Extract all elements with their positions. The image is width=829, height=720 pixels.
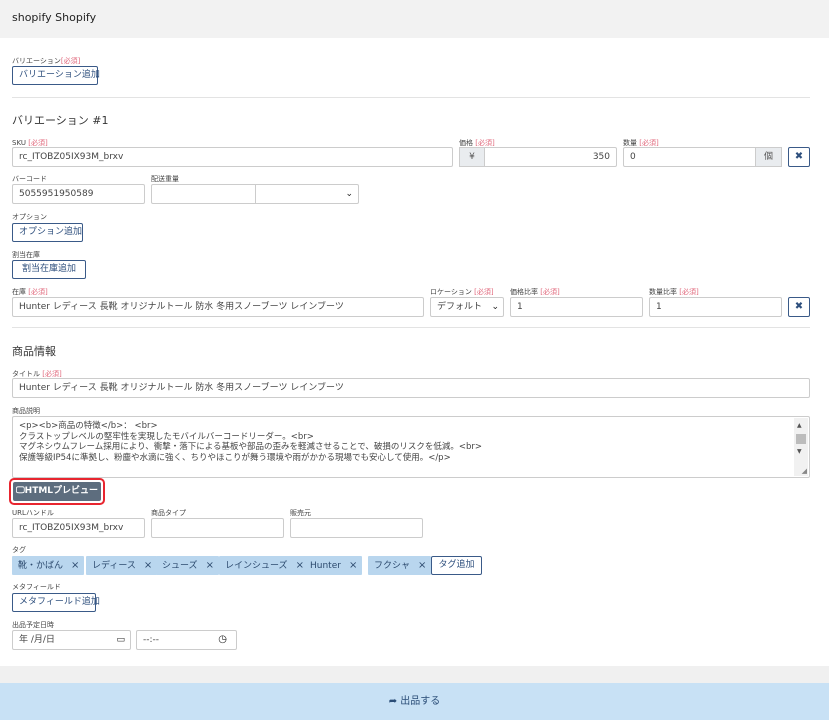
variation-title: バリエーション #1	[12, 114, 109, 127]
qty-ratio-input[interactable]: 1	[649, 297, 782, 317]
description-line: クラストップレベルの堅牢性を実現したモバイルバーコードリーダー。<br>	[19, 431, 314, 442]
sku-input[interactable]: rc_ITOBZ05IX93M_brxv	[12, 147, 453, 167]
tag-chip: シューズ ×	[156, 556, 219, 575]
product-type-label: 商品タイプ	[151, 509, 186, 517]
location-select[interactable]: デフォルト ⌄	[430, 297, 504, 317]
scroll-up-icon[interactable]: ▲	[797, 421, 802, 432]
price-input[interactable]: 350	[484, 147, 617, 167]
divider	[12, 327, 810, 328]
add-option-button[interactable]: オプション追加	[12, 223, 83, 242]
time-input[interactable]: --:-- ◷	[136, 630, 237, 650]
tag-chip: フクシャ ×	[368, 556, 432, 575]
metafield-label: メタフィールド	[12, 583, 61, 591]
html-preview-button[interactable]: 🖵HTMLプレビュー	[13, 482, 101, 501]
description-label: 商品説明	[12, 407, 40, 415]
barcode-input[interactable]: 5055951950589	[12, 184, 145, 204]
add-allocated-stock-button[interactable]: 割当在庫追加	[12, 260, 86, 279]
description-textarea[interactable]: <p><b>商品の特徴</b>： <br> クラストップレベルの堅牢性を実現した…	[12, 416, 810, 478]
url-handle-input[interactable]: rc_ITOBZ05IX93M_brxv	[12, 518, 145, 538]
remove-variation-button[interactable]: ✖	[788, 147, 810, 167]
qty-ratio-label: 数量比率 [必須]	[649, 288, 699, 296]
divider	[12, 97, 810, 98]
price-ratio-input[interactable]: 1	[510, 297, 643, 317]
stock-input[interactable]: Hunter レディース 長靴 オリジナルトール 防水 冬用スノーブーツ レイン…	[12, 297, 424, 317]
remove-tag-icon[interactable]: ×	[144, 560, 152, 571]
monitor-icon: 🖵	[15, 486, 25, 496]
brand: shopify Shopify	[12, 11, 97, 24]
vendor-input[interactable]	[290, 518, 423, 538]
description-line: 保護等級IP54に準拠し、粉塵や水滴に強く、ちりやほこりが舞う環境や雨がかかる現…	[19, 452, 451, 463]
submit-listing-button[interactable]: ➦ 出品する	[0, 683, 829, 720]
tag-chip: レインシューズ ×	[219, 556, 309, 575]
date-input[interactable]: 年 /月/日 ▭	[12, 630, 131, 650]
qty-input[interactable]: 0	[623, 147, 756, 167]
calendar-icon[interactable]: ▭	[116, 631, 125, 649]
chevron-down-icon: ⌄	[491, 302, 499, 312]
product-section-title: 商品情報	[12, 345, 56, 358]
qty-unit-addon: 個	[755, 147, 782, 167]
product-type-input[interactable]	[151, 518, 284, 538]
title-input[interactable]: Hunter レディース 長靴 オリジナルトール 防水 冬用スノーブーツ レイン…	[12, 378, 810, 398]
description-line: <p><b>商品の特徴</b>： <br>	[19, 421, 158, 431]
schedule-label: 出品予定日時	[12, 621, 54, 629]
option-label: オプション	[12, 213, 47, 221]
barcode-label: バーコード	[12, 175, 47, 183]
add-variation-button[interactable]: バリエーション追加	[12, 66, 100, 85]
remove-stock-button[interactable]: ✖	[788, 297, 810, 317]
scroll-thumb[interactable]	[796, 434, 806, 444]
variation-label: バリエーション[必須]	[12, 57, 81, 65]
remove-tag-icon[interactable]: ×	[418, 560, 426, 571]
shipping-weight-label: 配送重量	[151, 175, 179, 183]
location-label: ロケーション [必須]	[430, 288, 494, 296]
remove-tag-icon[interactable]: ×	[206, 560, 214, 571]
shipping-weight-unit-select[interactable]: ⌄	[255, 184, 359, 204]
remove-tag-icon[interactable]: ×	[71, 560, 79, 571]
remove-tag-icon[interactable]: ×	[296, 560, 304, 571]
scroll-down-icon[interactable]: ▼	[797, 447, 802, 458]
share-arrow-icon: ➦	[388, 696, 398, 707]
shipping-weight-input[interactable]	[151, 184, 256, 204]
price-ratio-label: 価格比率 [必須]	[510, 288, 560, 296]
chevron-down-icon: ⌄	[345, 189, 353, 199]
tag-chip: Hunter ×	[304, 556, 363, 575]
app-header: shopify Shopify	[0, 0, 829, 38]
url-handle-label: URLハンドル	[12, 509, 54, 517]
stock-label: 在庫 [必須]	[12, 288, 48, 296]
vendor-label: 販売元	[290, 509, 311, 517]
allocated-stock-label: 割当在庫	[12, 251, 40, 259]
remove-tag-icon[interactable]: ×	[349, 560, 357, 571]
add-metafield-button[interactable]: メタフィールド追加	[12, 593, 100, 612]
footer-bar: ➦ 出品する	[0, 683, 829, 720]
clock-icon[interactable]: ◷	[218, 631, 227, 649]
add-tag-button[interactable]: タグ追加	[431, 556, 482, 575]
tag-chip: レディース ×	[86, 556, 158, 575]
resize-handle-icon[interactable]: ◢	[802, 466, 807, 477]
currency-addon: ¥	[459, 147, 485, 167]
tags-label: タグ	[12, 546, 26, 554]
tag-chip: 靴・かばん ×	[12, 556, 85, 575]
description-line: マグネシウムフレーム採用により、衝撃・落下による基板や部品の歪みを軽減させること…	[19, 442, 483, 452]
